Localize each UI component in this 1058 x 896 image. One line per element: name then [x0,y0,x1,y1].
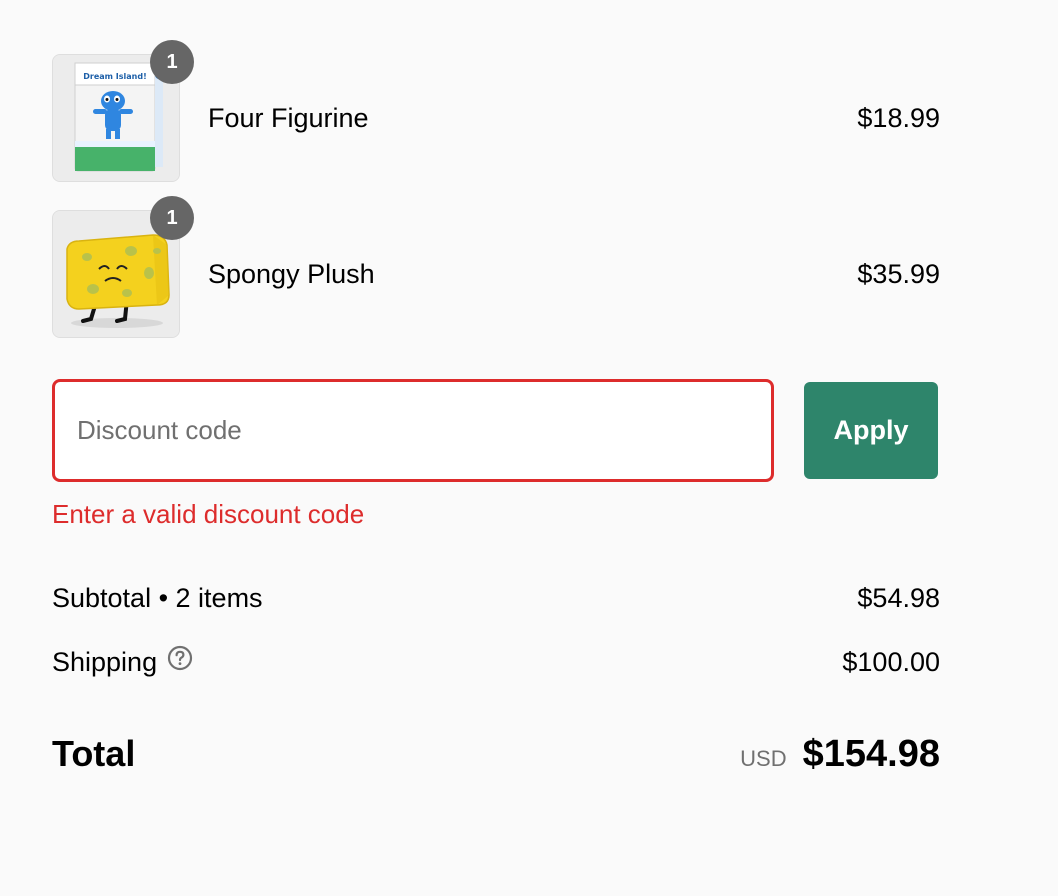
discount-error-message: Enter a valid discount code [52,499,365,529]
shipping-row-label: Shipping [52,646,193,678]
total-value: $154.98 [802,733,940,775]
quantity-badge: 1 [150,40,194,84]
discount-code-input[interactable] [52,379,774,482]
subtotal-label: Subtotal • 2 items [52,583,263,613]
figurine-box-label: Dream Island! [83,72,146,81]
product-name: Spongy Plush [208,259,375,289]
line-item-spongy-plush: 1 Spongy Plush $35.99 [52,196,940,338]
shipping-label: Shipping [52,647,158,677]
currency-code: USD [740,746,787,771]
quantity-badge: 1 [150,196,194,240]
help-circle-icon[interactable] [167,645,193,678]
shipping-value: $100.00 [842,647,940,677]
product-price: $35.99 [857,259,940,289]
product-price: $18.99 [857,103,940,133]
total-label: Total [52,733,136,774]
line-item-four-figurine: Dream Island! 1 Four Figurine $18.99 [52,40,940,182]
subtotal-value: $54.98 [857,583,940,613]
product-name: Four Figurine [208,103,369,133]
apply-discount-button[interactable]: Apply [804,382,938,479]
total-amount-group: USD $154.98 [740,733,940,775]
